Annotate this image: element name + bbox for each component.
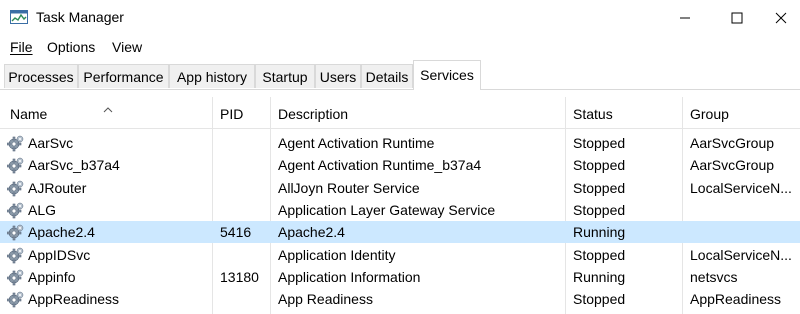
menu-file[interactable]: File [10,39,33,55]
service-status: Stopped [573,179,626,196]
close-button[interactable] [758,0,800,36]
service-name: Appinfo [28,268,76,285]
menu-bar: File Options View [0,36,800,60]
service-pid: 5416 [220,224,252,241]
service-name: AarSvc [28,135,74,151]
service-description: Application Information [278,268,421,285]
service-icon [6,247,24,264]
tab-startup-label: Startup [262,69,308,85]
tab-services-label: Services [420,67,474,83]
minimize-button[interactable] [662,0,708,36]
table-row[interactable]: AarSvc Agent Activation Runtime Stopped Aar… [0,132,800,154]
service-icon [6,202,24,219]
table-row[interactable]: AppIDSvc Application Identity Stopped Local… [0,244,800,266]
tab-strip: Processes Performance App history Startu… [0,60,800,90]
service-pid: 13180 [220,268,259,285]
minimize-icon [679,12,691,24]
service-status: Stopped [573,157,626,174]
service-status: Stopped [573,291,626,308]
service-status: Stopped [573,201,626,218]
service-status: Stopped [573,135,626,151]
column-header-status[interactable]: Status [573,106,613,122]
column-header-pid[interactable]: PID [220,106,243,122]
service-group: AppReadiness [690,291,782,308]
service-icon [6,157,24,174]
tab-services[interactable]: Services [413,60,481,90]
tab-startup[interactable]: Startup [255,64,315,88]
service-group: AarSvcGroup [690,157,775,174]
service-name: Apache2.4 [28,224,95,241]
service-icon [6,180,24,197]
column-header-name[interactable]: Name [10,106,47,122]
close-icon [775,12,787,24]
table-row[interactable]: Apache2.4 5416 Apache2.4 Running [0,221,800,244]
service-description: Agent Activation Runtime [278,135,435,151]
tab-strip-divider [0,89,800,90]
service-name: AJRouter [28,179,87,196]
menu-options[interactable]: Options [47,39,95,55]
service-description: AllJoyn Router Service [278,179,420,196]
service-group: netsvcs [690,268,738,285]
table-row[interactable]: ALG Application Layer Gateway Service Stop… [0,199,800,221]
maximize-button[interactable] [714,0,760,36]
column-header-description[interactable]: Description [278,106,348,122]
service-description: Application Identity [278,246,396,263]
service-name: AppIDSvc [28,246,91,263]
table-row[interactable]: AppReadiness App Readiness Stopped AppReadi… [0,288,800,310]
menu-options-label: Options [47,39,96,55]
tab-details[interactable]: Details [361,64,413,88]
table-row[interactable]: Appinfo 13180 Application Information Runni… [0,266,800,288]
table-row[interactable]: AarSvc_b37a4 Agent Activation Runtime_b37… [0,154,800,176]
menu-view-label: View [112,39,143,55]
service-icon [6,269,24,286]
menu-view[interactable]: View [112,39,142,55]
window-title: Task Manager [36,9,124,25]
title-bar[interactable]: Task Manager [0,0,800,36]
service-group: LocalServiceN... [690,246,792,263]
service-icon [6,224,24,241]
tab-users[interactable]: Users [315,64,361,88]
task-manager-icon [10,10,28,26]
tab-app-history[interactable]: App history [169,64,255,88]
service-icon [6,135,24,152]
service-name: ALG [28,201,57,218]
service-group: AarSvcGroup [690,135,775,151]
service-group: LocalServiceN... [690,179,792,196]
service-description: App Readiness [278,291,373,308]
table-row[interactable]: AJRouter AllJoyn Router Service Stopped Loc… [0,177,800,199]
menu-file-label: File [10,39,33,55]
tab-performance[interactable]: Performance [78,64,169,88]
service-status: Stopped [573,246,626,263]
service-icon [6,291,24,308]
tab-app-history-label: App history [176,69,248,85]
service-status: Running [573,268,626,285]
service-name: AppReadiness [28,291,120,308]
column-header-group[interactable]: Group [690,106,729,122]
service-status: Running [573,224,626,241]
tab-processes[interactable]: Processes [4,64,78,88]
service-description: Apache2.4 [278,224,345,241]
tab-performance-label: Performance [83,69,164,85]
tab-users-label: Users [319,69,357,85]
tab-details-label: Details [365,69,409,85]
column-header-row: Name PID Description Status Group [0,104,800,129]
maximize-icon [731,12,743,24]
services-list[interactable]: Name PID Description Status Group AarSvc… [0,97,800,314]
service-name: AarSvc_b37a4 [28,157,120,174]
service-description: Application Layer Gateway Service [278,201,496,218]
service-description: Agent Activation Runtime_b37a4 [278,157,482,174]
tab-processes-label: Processes [8,69,74,85]
